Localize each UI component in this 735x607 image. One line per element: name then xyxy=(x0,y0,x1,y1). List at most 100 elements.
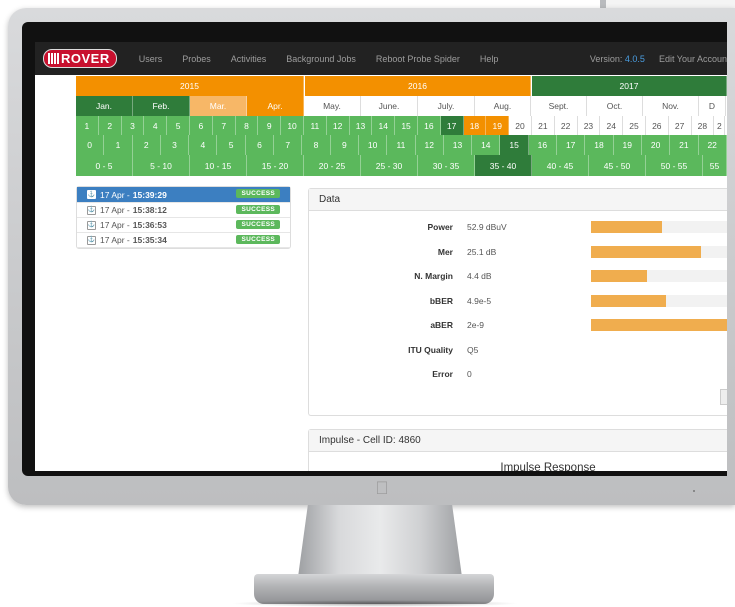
day-cell[interactable]: 10 xyxy=(281,116,304,135)
hour-cell[interactable]: 9 xyxy=(330,135,359,155)
day-cell[interactable]: 24 xyxy=(600,116,624,135)
day-cell[interactable]: 28 xyxy=(691,116,715,135)
day-cell[interactable]: 22 xyxy=(554,116,578,135)
year-2017[interactable]: 2017 xyxy=(531,76,727,96)
nav-help[interactable]: Help xyxy=(480,54,499,64)
day-cell[interactable]: 27 xyxy=(668,116,692,135)
day-cell[interactable]: 25 xyxy=(623,116,646,135)
day-cell[interactable]: 14 xyxy=(372,116,396,135)
month-cell[interactable]: Sept. xyxy=(531,96,587,116)
day-cell[interactable]: 11 xyxy=(303,116,327,135)
hour-cell[interactable]: 0 xyxy=(76,135,105,155)
impulse-panel-title: Impulse - Cell ID: 4860 xyxy=(309,430,727,452)
hour-cell[interactable]: 15 xyxy=(500,135,529,155)
day-cell[interactable]: 5 xyxy=(167,116,190,135)
hour-cell[interactable]: 8 xyxy=(302,135,331,155)
day-cell[interactable]: 4 xyxy=(144,116,168,135)
measurement-list-item[interactable]: ⚓ 17 Apr -15:35:34 SUCCESS xyxy=(77,233,290,248)
measurement-time: 15:35:34 xyxy=(132,235,167,245)
hour-cell[interactable]: 19 xyxy=(613,135,642,155)
day-cell[interactable]: 16 xyxy=(417,116,441,135)
nav-activities[interactable]: Activities xyxy=(231,54,267,64)
month-cell[interactable]: Oct. xyxy=(587,96,643,116)
hour-cell[interactable]: 4 xyxy=(189,135,218,155)
hour-cell[interactable]: 5 xyxy=(217,135,246,155)
hour-cell[interactable]: 18 xyxy=(585,135,614,155)
day-cell[interactable]: 18 xyxy=(463,116,487,135)
year-2016[interactable]: 2016 xyxy=(304,76,531,96)
day-cell[interactable]: 19 xyxy=(486,116,510,135)
hour-cell[interactable]: 16 xyxy=(528,135,558,155)
nav-reboot-probe-spider[interactable]: Reboot Probe Spider xyxy=(376,54,460,64)
nav-edit-account[interactable]: Edit Your Accoun xyxy=(659,54,727,64)
measurement-list-item[interactable]: ⚓ 17 Apr -15:38:12 SUCCESS xyxy=(77,203,290,218)
day-cell[interactable]: 23 xyxy=(577,116,601,135)
day-cell[interactable]: 2 xyxy=(98,116,122,135)
minute-range-cell[interactable]: 15 - 20 xyxy=(247,155,304,176)
hour-cell[interactable]: 6 xyxy=(245,135,275,155)
brand-logo[interactable]: ROVER xyxy=(43,49,117,68)
hour-cell[interactable]: 3 xyxy=(160,135,190,155)
minute-range-cell[interactable]: 55 xyxy=(703,155,727,176)
day-cell[interactable]: 9 xyxy=(258,116,282,135)
minute-range-cell[interactable]: 5 - 10 xyxy=(133,155,190,176)
minute-range-cell[interactable]: 45 - 50 xyxy=(589,155,646,176)
minute-range-cell[interactable]: 30 - 35 xyxy=(418,155,475,176)
month-cell[interactable]: D xyxy=(699,96,726,116)
hour-cell[interactable]: 2 xyxy=(132,135,161,155)
navbar: ROVER Users Probes Activities Background… xyxy=(35,42,727,75)
hour-cell[interactable]: 12 xyxy=(415,135,444,155)
month-cell[interactable]: May. xyxy=(304,96,361,116)
minute-range-cell[interactable]: 40 - 45 xyxy=(532,155,589,176)
minute-range-cell[interactable]: 50 - 55 xyxy=(646,155,703,176)
day-cell[interactable]: 26 xyxy=(645,116,669,135)
month-cell[interactable]: July. xyxy=(418,96,475,116)
measurement-list-item[interactable]: ⚓ 17 Apr -15:39:29 SUCCESS xyxy=(77,187,290,203)
nav-users[interactable]: Users xyxy=(139,54,163,64)
month-cell[interactable]: Feb. xyxy=(133,96,190,116)
hour-cell[interactable]: 7 xyxy=(274,135,303,155)
month-cell[interactable]: Mar. xyxy=(190,96,247,116)
nav-probes[interactable]: Probes xyxy=(182,54,211,64)
day-cell[interactable]: 21 xyxy=(531,116,555,135)
day-cell[interactable]: 7 xyxy=(212,116,236,135)
minute-range-cell[interactable]: 10 - 15 xyxy=(190,155,247,176)
minute-range-cell[interactable]: 35 - 40 xyxy=(475,155,532,176)
day-cell[interactable]: 15 xyxy=(395,116,418,135)
minute-range-cell[interactable]: 0 - 5 xyxy=(76,155,133,176)
hour-cell[interactable]: 14 xyxy=(472,135,501,155)
hour-cell[interactable]: 10 xyxy=(358,135,388,155)
minute-range-cell[interactable]: 20 - 25 xyxy=(304,155,361,176)
month-cell[interactable]: June. xyxy=(361,96,418,116)
day-cell[interactable]: 1 xyxy=(76,116,99,135)
hour-cell[interactable]: 11 xyxy=(387,135,416,155)
day-cell[interactable]: 3 xyxy=(121,116,145,135)
day-cell[interactable]: 20 xyxy=(509,116,532,135)
day-cell[interactable]: 2 xyxy=(714,116,726,135)
nav-background-jobs[interactable]: Background Jobs xyxy=(286,54,356,64)
day-cell[interactable]: 17 xyxy=(440,116,464,135)
hour-cell[interactable]: 20 xyxy=(641,135,671,155)
scroll-button[interactable] xyxy=(720,389,727,405)
month-cell[interactable]: Jan. xyxy=(76,96,133,116)
hour-cell[interactable]: 1 xyxy=(104,135,133,155)
cart-icon: ⚓ xyxy=(87,190,96,199)
day-cell[interactable]: 6 xyxy=(189,116,213,135)
hour-cell[interactable]: 13 xyxy=(443,135,473,155)
month-cell[interactable]: Apr. xyxy=(247,96,304,116)
hour-cell[interactable]: 22 xyxy=(698,135,727,155)
day-cell[interactable]: 8 xyxy=(235,116,259,135)
brand-name: ROVER xyxy=(61,51,110,66)
day-cell[interactable]: 12 xyxy=(326,116,350,135)
measurement-list-item[interactable]: ⚓ 17 Apr -15:36:53 SUCCESS xyxy=(77,218,290,233)
day-cell[interactable]: 13 xyxy=(349,116,373,135)
year-2015[interactable]: 2015 xyxy=(76,76,304,96)
month-cell[interactable]: Nov. xyxy=(643,96,699,116)
metric-label: bBER xyxy=(429,295,453,306)
day-row: 1 2 3 4 5 6 7 8 9 10 11 12 13 14 15 16 17 18 19 20 21 22 23 24 2… xyxy=(76,116,726,135)
month-cell[interactable]: Aug. xyxy=(475,96,531,116)
minute-range-cell[interactable]: 25 - 30 xyxy=(361,155,418,176)
metric-bar-fill xyxy=(591,221,663,233)
hour-cell[interactable]: 17 xyxy=(557,135,586,155)
hour-cell[interactable]: 21 xyxy=(670,135,699,155)
